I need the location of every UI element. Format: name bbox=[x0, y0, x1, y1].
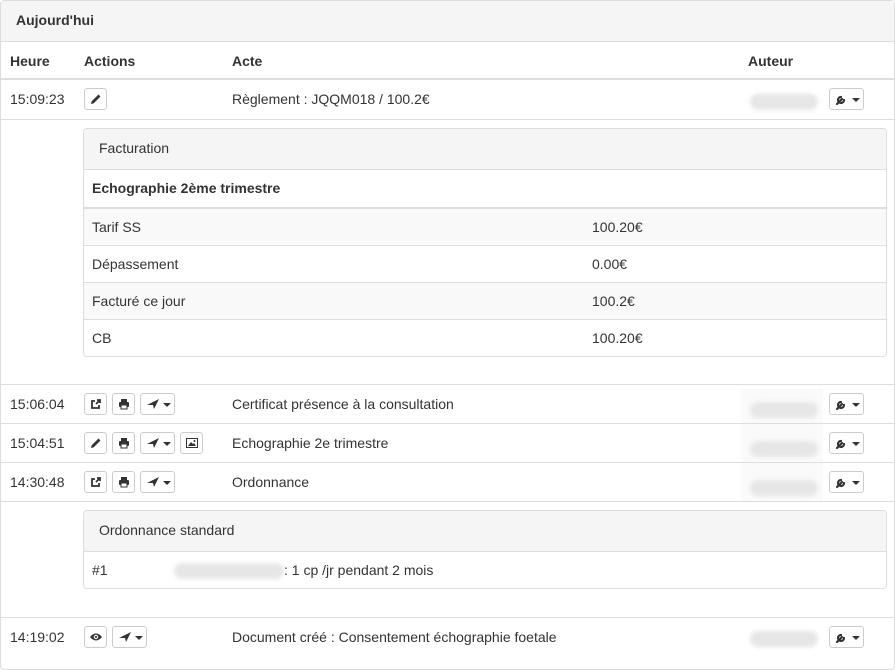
billing-title: Facturation bbox=[84, 129, 886, 170]
header-act: Acte bbox=[232, 53, 263, 69]
prescription-line-number: #1 bbox=[92, 562, 108, 578]
billing-line: Tarif SS 100.20€ bbox=[84, 207, 886, 244]
row-time: 15:09:23 bbox=[10, 91, 65, 107]
table-header: Heure Actions Acte Auteur bbox=[1, 42, 894, 80]
print-icon bbox=[119, 438, 129, 449]
eye-icon bbox=[90, 633, 102, 641]
row-time: 14:19:02 bbox=[10, 629, 65, 645]
chevron-down-icon bbox=[852, 403, 860, 407]
send-dropdown-button[interactable] bbox=[140, 393, 175, 415]
wrench-icon bbox=[835, 478, 846, 489]
share-button[interactable] bbox=[84, 393, 107, 415]
chevron-down-icon bbox=[852, 636, 860, 640]
tools-dropdown-button[interactable] bbox=[829, 393, 864, 415]
row-act: Document créé : Consentement échographie… bbox=[232, 629, 557, 645]
prescription-detail-row: Ordonnance standard #1 : 1 cp /jr pendan… bbox=[1, 501, 894, 617]
today-panel: Aujourd'hui Heure Actions Acte Auteur 15… bbox=[0, 0, 895, 670]
pencil-icon bbox=[91, 438, 101, 448]
chevron-down-icon bbox=[852, 481, 860, 485]
table-row: 15:04:51 Echographie 2e trimestre bbox=[1, 423, 894, 462]
panel-title: Aujourd'hui bbox=[1, 1, 894, 42]
header-time: Heure bbox=[10, 53, 50, 69]
row-time: 15:06:04 bbox=[10, 396, 65, 412]
billing-line: CB 100.20€ bbox=[84, 319, 886, 356]
tools-dropdown-button[interactable] bbox=[829, 626, 864, 648]
billing-line: Facturé ce jour 100.2€ bbox=[84, 282, 886, 319]
billing-subtitle: Echographie 2ème trimestre bbox=[92, 180, 281, 196]
header-actions: Actions bbox=[84, 53, 136, 69]
table-row: 15:06:04 Certificat présence à la consul… bbox=[1, 384, 894, 427]
share-icon bbox=[91, 477, 101, 487]
send-dropdown-button[interactable] bbox=[140, 471, 175, 493]
drug-name-redacted bbox=[174, 563, 284, 579]
chevron-down-icon bbox=[852, 98, 860, 102]
billing-line-value: 0.00€ bbox=[592, 256, 628, 272]
row-act: Echographie 2e trimestre bbox=[232, 435, 389, 451]
prescription-title: Ordonnance standard bbox=[84, 511, 886, 552]
billing-panel: Facturation Echographie 2ème trimestre T… bbox=[83, 128, 887, 357]
billing-line-label: Tarif SS bbox=[92, 219, 142, 235]
billing-line-value: 100.20€ bbox=[592, 219, 643, 235]
row-time: 14:30:48 bbox=[10, 474, 65, 490]
print-button[interactable] bbox=[112, 432, 135, 454]
view-button[interactable] bbox=[84, 626, 107, 648]
row-time: 15:04:51 bbox=[10, 435, 65, 451]
print-button[interactable] bbox=[112, 471, 135, 493]
send-icon bbox=[119, 632, 131, 642]
row-act: Règlement : JQQM018 / 100.2€ bbox=[232, 91, 430, 107]
chevron-down-icon bbox=[163, 442, 171, 446]
billing-line-value: 100.20€ bbox=[592, 330, 643, 346]
tools-dropdown-button[interactable] bbox=[829, 432, 864, 454]
billing-line-label: CB bbox=[92, 330, 112, 346]
header-author: Auteur bbox=[748, 53, 794, 69]
billing-line: Dépassement 0.00€ bbox=[84, 245, 886, 282]
chevron-down-icon bbox=[163, 403, 171, 407]
author-name-redacted bbox=[750, 402, 818, 418]
edit-button[interactable] bbox=[84, 432, 107, 454]
print-button[interactable] bbox=[112, 393, 135, 415]
send-icon bbox=[147, 477, 159, 487]
author-name-redacted bbox=[750, 94, 818, 110]
wrench-icon bbox=[835, 400, 846, 411]
image-icon bbox=[186, 438, 198, 448]
table-row: 14:19:02 Document créé : Consentement éc… bbox=[1, 617, 894, 656]
send-icon bbox=[147, 438, 159, 448]
billing-line-value: 100.2€ bbox=[592, 293, 635, 309]
send-dropdown-button[interactable] bbox=[140, 432, 175, 454]
billing-line-label: Facturé ce jour bbox=[92, 293, 186, 309]
wrench-icon bbox=[835, 439, 846, 450]
row-act: Certificat présence à la consultation bbox=[232, 396, 454, 412]
send-dropdown-button[interactable] bbox=[112, 626, 147, 648]
billing-line-label: Dépassement bbox=[92, 256, 179, 272]
edit-button[interactable] bbox=[84, 88, 107, 110]
share-button[interactable] bbox=[84, 471, 107, 493]
image-button[interactable] bbox=[180, 432, 203, 454]
print-icon bbox=[119, 477, 129, 488]
tools-dropdown-button[interactable] bbox=[829, 471, 864, 493]
chevron-down-icon bbox=[852, 442, 860, 446]
author-name-redacted bbox=[750, 480, 818, 496]
table-row: 15:09:23 Règlement : JQQM018 / 100.2€ bbox=[1, 80, 894, 119]
billing-detail-row: Facturation Echographie 2ème trimestre T… bbox=[1, 119, 894, 384]
pencil-icon bbox=[91, 94, 101, 104]
print-icon bbox=[119, 399, 129, 410]
tools-dropdown-button[interactable] bbox=[829, 88, 864, 110]
prescription-dosage: : 1 cp /jr pendant 2 mois bbox=[284, 562, 434, 578]
share-icon bbox=[91, 399, 101, 409]
row-act: Ordonnance bbox=[232, 474, 310, 490]
author-name-redacted bbox=[750, 441, 818, 457]
wrench-icon bbox=[835, 95, 846, 106]
table-row: 14:30:48 Ordonnance bbox=[1, 462, 894, 501]
chevron-down-icon bbox=[135, 636, 143, 640]
wrench-icon bbox=[835, 633, 846, 644]
chevron-down-icon bbox=[163, 481, 171, 485]
prescription-panel: Ordonnance standard #1 : 1 cp /jr pendan… bbox=[83, 510, 887, 589]
author-name-redacted bbox=[750, 631, 818, 647]
send-icon bbox=[147, 399, 159, 409]
